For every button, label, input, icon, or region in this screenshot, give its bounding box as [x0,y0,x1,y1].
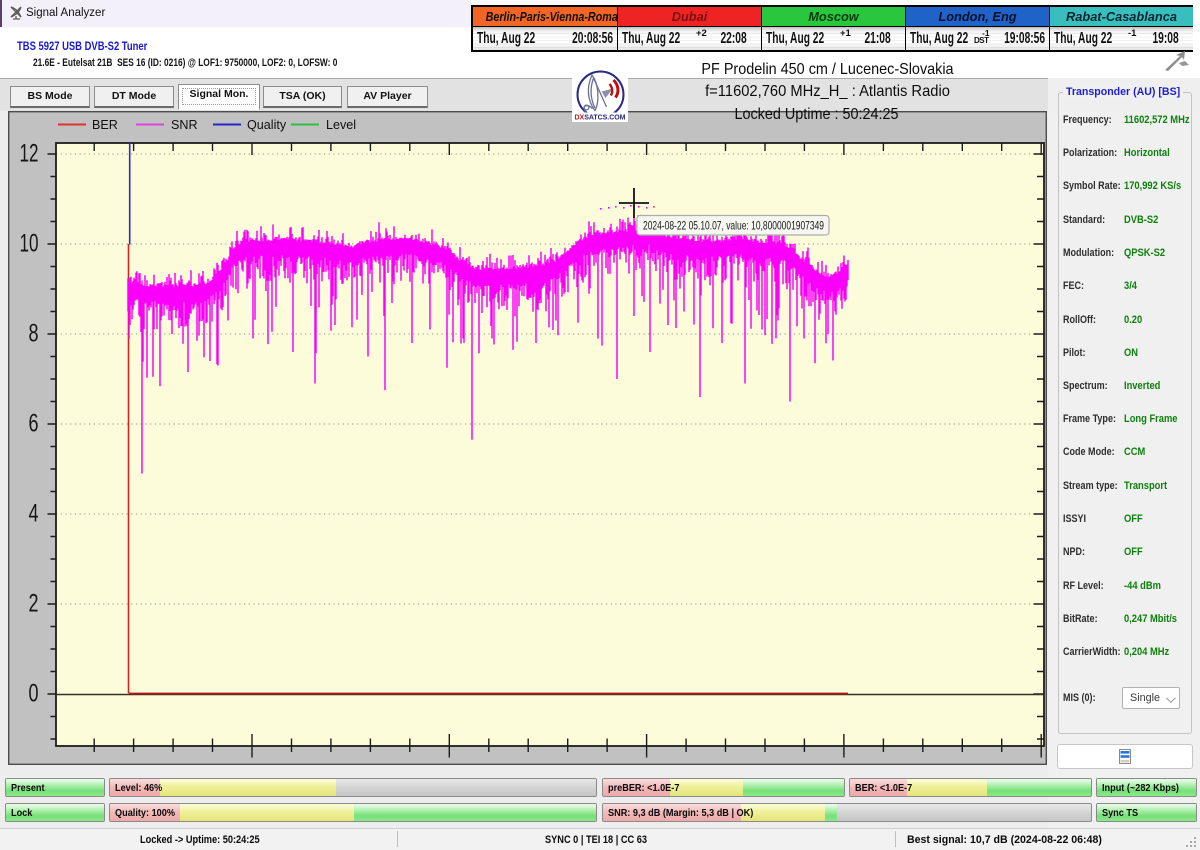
svg-text:0: 0 [29,680,39,708]
svg-text:4: 4 [29,500,39,528]
svg-text:DXSATCS.COM: DXSATCS.COM [575,113,626,122]
svg-text:2: 2 [29,590,39,618]
svg-text:6: 6 [29,410,39,438]
svg-text:8: 8 [29,320,39,348]
svg-text:2024-08-22 05.10.07, value: 10: 2024-08-22 05.10.07, value: 10,800000190… [643,219,824,233]
svg-text:10: 10 [20,230,39,258]
svg-text:12: 12 [20,140,39,168]
